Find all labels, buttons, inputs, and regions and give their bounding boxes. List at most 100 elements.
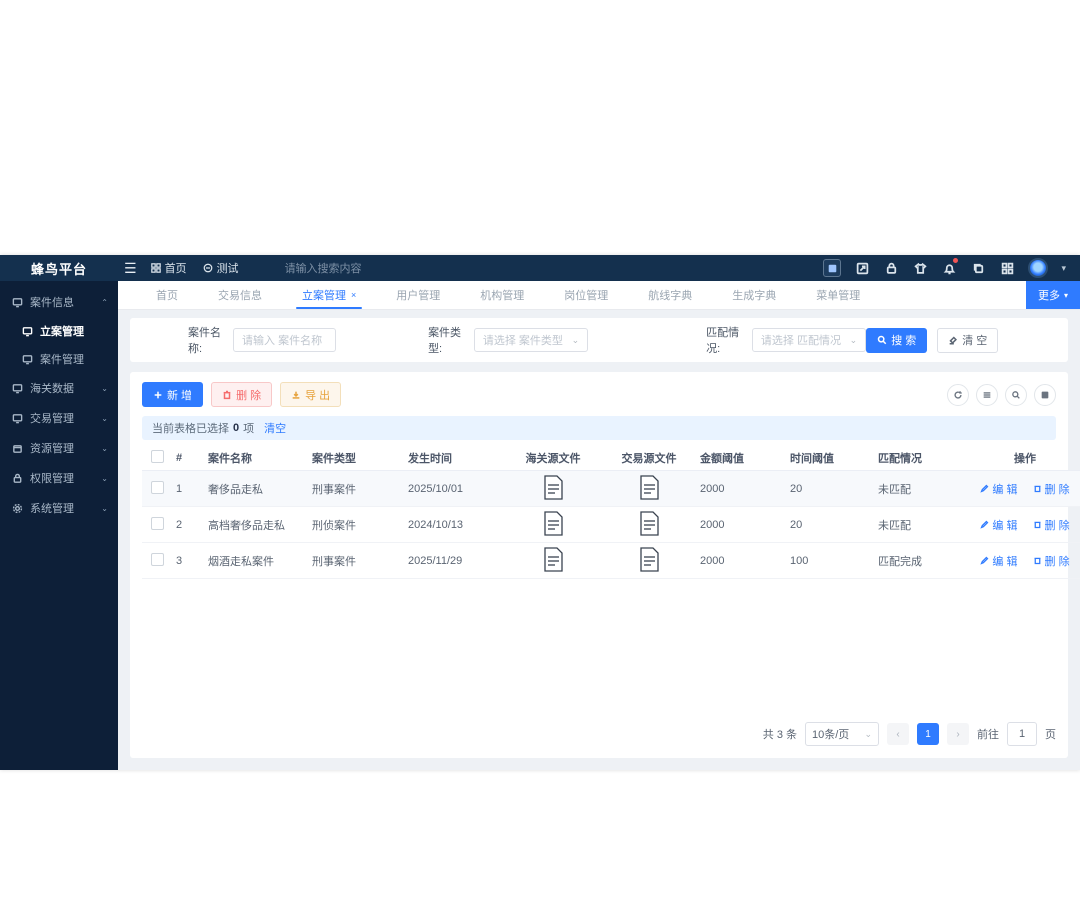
theme-mode-button[interactable] bbox=[823, 259, 842, 277]
case-name-input[interactable]: 请输入 案件名称 bbox=[233, 328, 337, 352]
clear-button[interactable]: 清 空 bbox=[937, 327, 999, 353]
trash-icon bbox=[1034, 485, 1041, 493]
sidebar-item-label: 资源管理 bbox=[30, 443, 74, 455]
page-1-button[interactable]: 1 bbox=[917, 723, 939, 745]
delete-button[interactable]: 删 除 bbox=[211, 382, 273, 407]
trash-icon bbox=[1034, 557, 1041, 565]
external-link-button[interactable] bbox=[854, 260, 870, 276]
search-button[interactable]: 搜 索 bbox=[866, 327, 928, 353]
chevron-down-icon: ⌄ bbox=[101, 413, 108, 423]
sidebar: 案件信息 ⌃ 立案管理 案件管理 海关数据 ⌄ 交易管理 ⌄ 资源管理 ⌄ 权限… bbox=[0, 281, 118, 770]
global-search-input[interactable]: 请输入搜索内容 bbox=[285, 260, 405, 276]
monitor-icon bbox=[22, 354, 33, 364]
monitor-icon bbox=[12, 383, 23, 393]
refresh-button[interactable] bbox=[947, 383, 969, 406]
external-link-icon bbox=[856, 262, 869, 274]
columns-icon bbox=[1041, 391, 1049, 398]
match-status-select[interactable]: 请选择 匹配情况 ⌄ bbox=[751, 328, 867, 352]
pagination: 共 3 条 10条/页 ⌄ ‹ 1 › 前往 1 页 bbox=[142, 708, 1056, 746]
sidebar-item-case-info[interactable]: 案件信息 ⌃ bbox=[0, 287, 118, 317]
edit-link[interactable]: 编 辑 bbox=[980, 517, 1017, 533]
table-toolbar: 新 增 删 除 导 出 bbox=[142, 382, 1056, 407]
dashboard-icon bbox=[150, 263, 161, 273]
content: 案件名称: 请输入 案件名称 案件类型: 请选择 案件类型 ⌄ 匹配情况: 请选… bbox=[118, 310, 1080, 770]
col-trade-file: 交易源文件 bbox=[602, 446, 696, 471]
lock-icon bbox=[886, 262, 897, 274]
tab-gen-dict[interactable]: 生成字典 bbox=[712, 281, 796, 309]
prev-page-button[interactable]: ‹ bbox=[887, 723, 909, 745]
trash-icon bbox=[1034, 521, 1041, 529]
col-match-status: 匹配情况 bbox=[874, 446, 970, 471]
user-menu-chevron-icon[interactable]: ▾ bbox=[1061, 263, 1066, 274]
document-icon[interactable] bbox=[639, 474, 660, 500]
lock-icon bbox=[13, 473, 22, 483]
notifications-button[interactable] bbox=[941, 258, 959, 276]
close-icon[interactable]: × bbox=[351, 290, 356, 300]
notification-badge bbox=[953, 258, 959, 263]
document-icon[interactable] bbox=[639, 546, 660, 572]
tab-menu-management[interactable]: 菜单管理 bbox=[796, 281, 880, 309]
density-icon bbox=[983, 391, 991, 398]
match-status-badge: 未匹配 bbox=[874, 506, 970, 543]
sidebar-item-customs-data[interactable]: 海关数据 ⌄ bbox=[0, 373, 118, 403]
document-icon[interactable] bbox=[543, 474, 564, 500]
tab-route-dict[interactable]: 航线字典 bbox=[628, 281, 712, 309]
sidebar-item-case-management[interactable]: 案件管理 bbox=[0, 345, 118, 373]
delete-link[interactable]: 删 除 bbox=[1033, 517, 1070, 533]
cell-case-name: 烟酒走私案件 bbox=[204, 542, 308, 579]
delete-link[interactable]: 删 除 bbox=[1033, 481, 1070, 497]
row-checkbox[interactable] bbox=[150, 516, 164, 530]
theme-skin-button[interactable] bbox=[912, 260, 928, 276]
chevron-down-icon: ⌄ bbox=[864, 728, 872, 739]
pencil-icon bbox=[980, 520, 989, 529]
goto-label: 前往 bbox=[977, 729, 999, 741]
menu-collapse-icon[interactable]: ☰ bbox=[124, 260, 137, 277]
sidebar-item-resource-management[interactable]: 资源管理 ⌄ bbox=[0, 433, 118, 463]
tab-home[interactable]: 首页 bbox=[136, 281, 198, 309]
document-icon[interactable] bbox=[639, 510, 660, 536]
tab-org-management[interactable]: 机构管理 bbox=[460, 281, 544, 309]
user-avatar[interactable] bbox=[1028, 258, 1049, 278]
delete-link[interactable]: 删 除 bbox=[1033, 553, 1070, 569]
tab-post-management[interactable]: 岗位管理 bbox=[544, 281, 628, 309]
main-area: 首页 交易信息 立案管理 × 用户管理 机构管理 岗位管理 航线字典 生成字典 菜… bbox=[118, 281, 1080, 770]
sidebar-item-label: 案件信息 bbox=[30, 297, 74, 309]
export-button[interactable]: 导 出 bbox=[280, 382, 342, 407]
topbar: 蜂鸟平台 ☰ 首页 测试 请输入搜索内容 ▾ bbox=[0, 255, 1080, 281]
tab-trade-info[interactable]: 交易信息 bbox=[198, 281, 282, 309]
pencil-icon bbox=[980, 484, 989, 493]
case-name-label: 案件名称: bbox=[188, 327, 221, 355]
edit-link[interactable]: 编 辑 bbox=[980, 481, 1017, 497]
copy-button[interactable] bbox=[970, 260, 986, 276]
selection-clear-link[interactable]: 清空 bbox=[264, 420, 286, 436]
chevron-down-icon: ⌄ bbox=[101, 473, 108, 483]
sidebar-item-trade-management[interactable]: 交易管理 ⌄ bbox=[0, 403, 118, 433]
fullscreen-button[interactable] bbox=[999, 260, 1015, 276]
row-checkbox[interactable] bbox=[150, 480, 164, 494]
sidebar-item-filing-management[interactable]: 立案管理 bbox=[0, 317, 118, 345]
document-icon[interactable] bbox=[543, 546, 564, 572]
breadcrumb-current[interactable]: 测试 bbox=[203, 260, 239, 276]
case-type-select[interactable]: 请选择 案件类型 ⌄ bbox=[473, 328, 589, 352]
density-button[interactable] bbox=[976, 383, 998, 406]
tab-user-management[interactable]: 用户管理 bbox=[376, 281, 460, 309]
page-size-select[interactable]: 10条/页 ⌄ bbox=[805, 722, 879, 746]
search-toggle-button[interactable] bbox=[1005, 383, 1027, 406]
goto-page-input[interactable]: 1 bbox=[1007, 722, 1037, 746]
select-all-checkbox[interactable] bbox=[150, 450, 164, 463]
edit-link[interactable]: 编 辑 bbox=[980, 553, 1017, 569]
row-checkbox[interactable] bbox=[150, 552, 164, 566]
add-button[interactable]: 新 增 bbox=[142, 382, 204, 407]
chevron-down-icon: ⌄ bbox=[101, 443, 108, 453]
box-icon bbox=[13, 444, 22, 453]
document-icon[interactable] bbox=[543, 510, 564, 536]
monitor-icon bbox=[828, 264, 837, 272]
breadcrumb-home[interactable]: 首页 bbox=[150, 260, 187, 276]
tabs-more-button[interactable]: 更多 ▾ bbox=[1025, 281, 1080, 309]
column-settings-button[interactable] bbox=[1034, 383, 1056, 406]
tab-filing-management[interactable]: 立案管理 × bbox=[282, 281, 376, 309]
sidebar-item-permission-management[interactable]: 权限管理 ⌄ bbox=[0, 463, 118, 493]
sidebar-item-system-management[interactable]: 系统管理 ⌄ bbox=[0, 493, 118, 523]
next-page-button[interactable]: › bbox=[947, 723, 969, 745]
lock-screen-button[interactable] bbox=[883, 260, 899, 276]
